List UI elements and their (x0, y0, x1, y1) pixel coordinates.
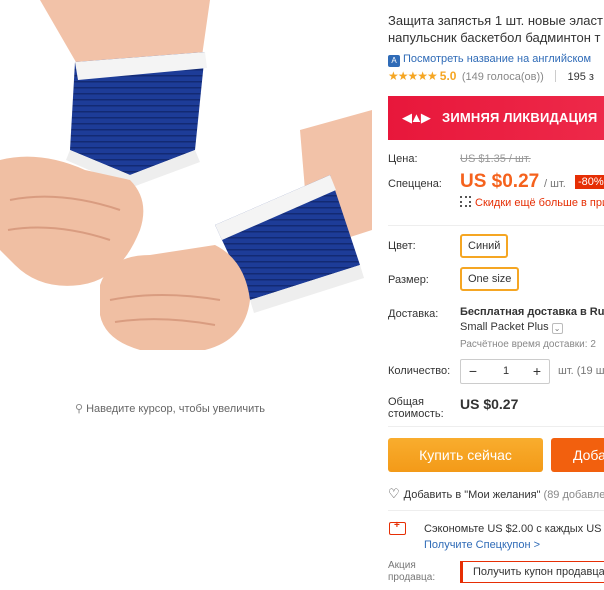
quantity-increase-button[interactable]: + (525, 360, 549, 383)
old-price: US $1.35 / шт. (460, 153, 531, 165)
shipping-destination: Бесплатная доставка в Russ (460, 306, 604, 318)
product-gallery: ⚲ Наведите курсор, чтобы увеличить (0, 0, 372, 420)
divider (388, 225, 604, 226)
current-price: US $0.27 (460, 171, 540, 192)
translate-icon: A (388, 55, 400, 67)
seller-promo-label-line1: Акция (388, 560, 416, 571)
shipping-method-text[interactable]: Small Packet Plus (460, 321, 549, 333)
product-title-line1: Защита запястья 1 шт. новые эласт (388, 13, 603, 28)
rating-row: ★★★★★ 5.0 (149 голоса(ов)) 195 з (388, 69, 594, 83)
total-label: Общая стоимость: (388, 396, 444, 420)
product-title: Защита запястья 1 шт. новые эласт напуль… (388, 12, 604, 46)
quantity-label: Количество: (388, 365, 451, 377)
seller-coupon-button[interactable]: Получить купон продавца (460, 561, 604, 583)
coupon-save-text: Сэкономьте US $2.00 с каждых US $1 (424, 523, 604, 535)
size-option-selected[interactable]: One size (460, 267, 520, 291)
translate-title-link[interactable]: A Посмотреть название на английском (388, 53, 591, 67)
per-unit: / шт. (544, 178, 566, 190)
product-title-line2: напульсник баскетбол бадминтон т (388, 30, 601, 45)
total-value: US $0.27 (460, 396, 519, 412)
wishlist-text[interactable]: Добавить в "Мои желания" (404, 489, 541, 501)
zoom-hint: ⚲ Наведите курсор, чтобы увеличить (0, 402, 340, 415)
color-option-selected[interactable]: Синий (460, 234, 509, 258)
chevron-down-icon[interactable]: ⌄ (551, 323, 563, 334)
qr-code-icon (460, 196, 471, 207)
zoom-hint-text: Наведите курсор, чтобы увеличить (86, 403, 265, 415)
shipping-method-select[interactable]: Small Packet Plus ⌄ (460, 321, 563, 334)
discount-badge: -80% (575, 175, 604, 189)
coupon-icon (389, 520, 406, 535)
quantity-input[interactable]: 1 (485, 360, 527, 383)
translate-title-text[interactable]: Посмотреть название на английском (403, 53, 591, 65)
promo-logo-icon: ◀▲▶ (402, 110, 431, 125)
quantity-available: шт. (19 шт (558, 365, 604, 377)
buy-now-button[interactable]: Купить сейчас (388, 438, 543, 472)
shipping-label: Доставка: (388, 308, 439, 320)
total-label-line2: стоимость: (388, 408, 444, 420)
color-label: Цвет: (388, 240, 416, 252)
app-discount-link[interactable]: Скидки ещё больше в при (460, 196, 604, 209)
size-label: Размер: (388, 274, 429, 286)
seller-promo-label: Акция продавца: (388, 560, 435, 584)
price-label: Цена: (388, 153, 418, 165)
promo-banner-text: ЗИМНЯЯ ЛИКВИДАЦИЯ (442, 110, 598, 125)
delivery-time: Расчётное время доставки: 2 (460, 339, 596, 350)
app-discount-text[interactable]: Скидки ещё больше в при (475, 197, 604, 209)
divider (388, 510, 604, 511)
seller-promo-label-line2: продавца: (388, 572, 436, 583)
add-to-cart-button[interactable]: Доба (551, 438, 604, 472)
special-price-label: Спеццена: (388, 178, 442, 190)
rating-value: 5.0 (439, 69, 457, 83)
divider (555, 70, 557, 82)
promo-banner[interactable]: ◀▲▶ ЗИМНЯЯ ЛИКВИДАЦИЯ (388, 96, 604, 140)
add-to-wishlist-link[interactable]: ♡ Добавить в "Мои желания" (89 добавлен (388, 486, 604, 502)
votes-link[interactable]: (149 голоса(ов)) (462, 71, 544, 83)
magnifier-icon: ⚲ (75, 403, 84, 415)
wishlist-count: (89 добавлен (543, 489, 604, 501)
quantity-decrease-button[interactable]: − (461, 360, 485, 383)
heart-icon: ♡ (388, 486, 400, 501)
divider (388, 426, 604, 427)
product-image[interactable] (0, 0, 372, 385)
total-label-line1: Общая (388, 396, 424, 408)
quantity-stepper: − 1 + (460, 359, 550, 384)
get-coupon-link[interactable]: Получите Спецкупон > (424, 539, 540, 551)
orders-count: 195 з (567, 71, 594, 83)
product-details: Защита запястья 1 шт. новые эласт напуль… (388, 0, 604, 590)
rating-stars-icon: ★★★★★ (388, 69, 438, 83)
